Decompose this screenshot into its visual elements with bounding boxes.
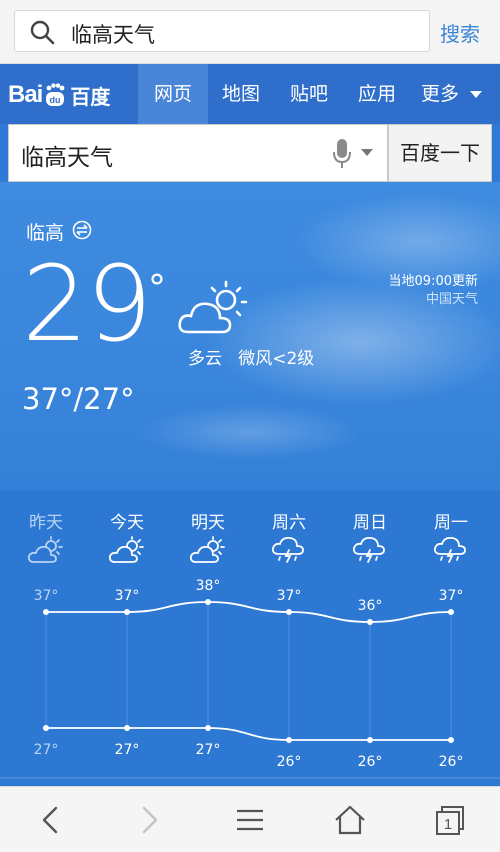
- high-temp-point: [286, 609, 292, 615]
- low-temp-label: 26°: [277, 754, 302, 770]
- low-temp-point: [286, 737, 292, 743]
- nav-apps[interactable]: 应用: [346, 64, 408, 124]
- partly-cloudy-icon: [108, 536, 144, 563]
- browser-toolbar: 1: [0, 786, 500, 852]
- high-temp-line: [46, 601, 452, 623]
- forecast-day-label: 周六: [272, 513, 306, 533]
- microphone-icon[interactable]: [331, 138, 353, 170]
- forecast-day-label: 今天: [110, 513, 144, 533]
- low-temp-point: [367, 737, 373, 743]
- low-temp-point: [124, 725, 130, 731]
- high-temp-point: [367, 619, 373, 625]
- wind-label: 微风<2级: [238, 349, 315, 369]
- low-temp-label: 26°: [439, 754, 464, 770]
- thunderstorm-icon: [271, 536, 304, 563]
- low-temp-point: [43, 725, 49, 731]
- query-input[interactable]: 临高天气: [8, 124, 388, 182]
- high-temp-label: 37°: [277, 588, 302, 604]
- high-temp-point: [124, 609, 130, 615]
- back-icon[interactable]: [34, 803, 68, 837]
- high-temp-label: 37°: [439, 588, 464, 604]
- low-temp-label: 27°: [34, 742, 59, 758]
- partly-cloudy-icon: [189, 536, 225, 563]
- baidu-search-button[interactable]: 百度一下: [388, 124, 492, 182]
- baidu-logo-du: du: [50, 95, 61, 105]
- degree-symbol: °: [148, 268, 166, 309]
- partly-cloudy-icon: [27, 536, 63, 563]
- current-temperature: 29: [22, 243, 152, 365]
- baidu-header: Bai du 百度 网页 地图 贴吧 应用 更多: [0, 64, 500, 124]
- low-temp-point: [205, 725, 211, 731]
- low-temp-point: [448, 737, 454, 743]
- high-temp-label: 38°: [196, 578, 221, 594]
- nav-more[interactable]: 更多: [416, 64, 464, 124]
- thunderstorm-icon: [352, 536, 385, 563]
- forecast-day-label: 明天: [191, 513, 225, 533]
- city-name[interactable]: 临高: [26, 218, 64, 245]
- forecast-day-label: 周一: [434, 513, 468, 533]
- voice-options-caret[interactable]: [361, 149, 373, 156]
- forecast-day-label: 昨天: [29, 513, 63, 533]
- baidu-logo-bai: Bai: [8, 81, 43, 108]
- high-temp-point: [43, 609, 49, 615]
- forward-icon[interactable]: [132, 803, 166, 837]
- menu-icon[interactable]: [233, 803, 267, 837]
- current-weather-panel: 临高 29 ° 多云 微风<2级 37°/27° 当地09:00更新 中国天气: [0, 182, 500, 490]
- forecast-temperature-chart: 37° 27° 37° 27° 38° 27° 37° 26° 36° 26° 37° 26°: [0, 578, 500, 779]
- paw-icon: du: [46, 83, 65, 106]
- baidu-logo-cn: 百度: [70, 84, 111, 109]
- browser-search-query: 临高天气: [71, 23, 155, 47]
- high-temp-label: 37°: [115, 588, 140, 604]
- condition-text: 多云 微风<2级: [188, 344, 314, 369]
- home-icon[interactable]: [333, 803, 367, 837]
- search-form: 临高天气 百度一下: [8, 124, 492, 182]
- browser-search-button[interactable]: 搜索: [440, 18, 480, 47]
- nav-web[interactable]: 网页: [138, 64, 208, 124]
- high-temp-point: [448, 609, 454, 615]
- chevron-down-icon[interactable]: [470, 91, 482, 99]
- nav-map[interactable]: 地图: [210, 64, 272, 124]
- browser-address-bar: 临高天气 搜索: [0, 0, 500, 64]
- weather-source[interactable]: 中国天气: [426, 288, 478, 307]
- high-temp-point: [205, 599, 211, 605]
- tabs-icon[interactable]: 1: [433, 803, 467, 837]
- thunderstorm-icon: [433, 536, 466, 563]
- high-temp-label: 36°: [358, 598, 383, 614]
- baidu-logo[interactable]: Bai du 百度: [8, 80, 110, 110]
- forecast-panel: 37° 27° 37° 27° 38° 27° 37° 26° 36° 26° 37° 26° 昨天 今…: [0, 490, 500, 786]
- forecast-day-label: 周日: [353, 513, 387, 533]
- partly-cloudy-icon: [178, 280, 248, 334]
- condition-label: 多云: [188, 349, 222, 369]
- query-text: 临高天气: [21, 145, 113, 171]
- high-temp-label: 37°: [34, 588, 59, 604]
- nav-tieba[interactable]: 贴吧: [278, 64, 340, 124]
- search-icon: [30, 20, 55, 45]
- low-temp-label: 26°: [358, 754, 383, 770]
- low-temp-line: [45, 727, 451, 741]
- tab-count: 1: [444, 816, 452, 833]
- browser-search-box[interactable]: 临高天气: [14, 10, 430, 52]
- switch-city-icon[interactable]: [72, 220, 92, 240]
- low-temp-label: 27°: [115, 742, 140, 758]
- low-temp-label: 27°: [196, 742, 221, 758]
- update-time: 当地09:00更新: [388, 274, 478, 289]
- temperature-range: 37°/27°: [22, 382, 135, 416]
